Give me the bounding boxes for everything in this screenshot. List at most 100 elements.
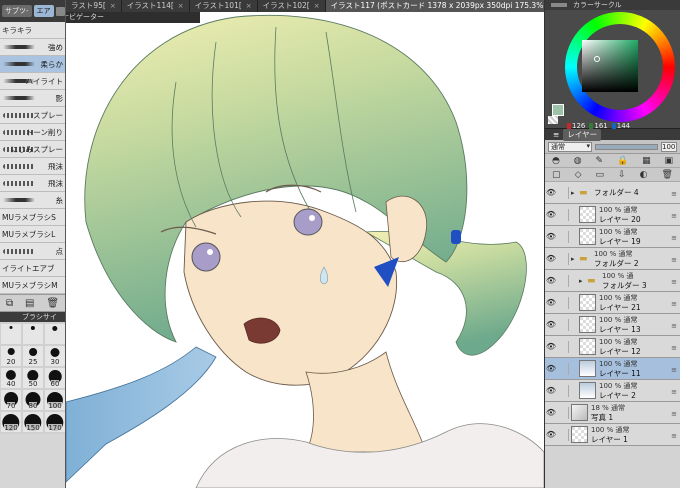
visibility-eye-icon[interactable]: 👁 xyxy=(545,254,557,263)
brush-item[interactable]: MUラメブラシM xyxy=(0,277,65,294)
new-subtool-icon[interactable]: ▤ xyxy=(25,298,34,309)
layer-menu-icon[interactable]: ≡ xyxy=(671,410,677,418)
brush-item[interactable]: 飛沫 xyxy=(0,175,65,192)
document-tab[interactable]: ラスト95[× xyxy=(66,0,122,12)
brush-item[interactable]: MUラメブラシS xyxy=(0,209,65,226)
brush-item[interactable]: MUラメブラシL xyxy=(0,226,65,243)
new-vector-layer-icon[interactable]: ◇ xyxy=(575,170,582,180)
draft-icon[interactable]: ✎ xyxy=(595,156,603,166)
layer-lock-slot[interactable] xyxy=(557,318,569,331)
saturation-value-square[interactable] xyxy=(582,40,638,92)
opacity-slider[interactable] xyxy=(595,143,658,150)
layer-menu-icon[interactable]: ≡ xyxy=(671,300,677,308)
visibility-eye-icon[interactable]: 👁 xyxy=(545,430,557,439)
layer-row[interactable]: 👁 100 % 通常 レイヤー 20 ≡ xyxy=(545,204,680,226)
layer-folder-row[interactable]: 👁 ▸ ▬ 100 % 通常 フォルダー 2 ≡ xyxy=(545,248,680,270)
brush-item[interactable]: 糸 xyxy=(0,192,65,209)
brush-size-preset[interactable]: 120 xyxy=(1,412,21,432)
brush-size-preset[interactable]: 100 xyxy=(45,390,65,410)
brush-item[interactable]: 強め xyxy=(0,39,65,56)
copy-subtool-icon[interactable]: ⧉ xyxy=(6,298,13,309)
layer-row[interactable]: 👁 100 % 通常 レイヤー 2 ≡ xyxy=(545,380,680,402)
brush-item[interactable]: 点 xyxy=(0,243,65,260)
layer-row[interactable]: 👁 100 % 通常 レイヤー 12 ≡ xyxy=(545,336,680,358)
document-tab[interactable]: イラスト117 (ポストカード 1378 x 2039px 350dpi 175… xyxy=(325,0,544,12)
layer-lock-slot[interactable] xyxy=(557,428,569,441)
visibility-eye-icon[interactable]: 👁 xyxy=(545,342,557,351)
brush-size-preset[interactable]: 50 xyxy=(23,368,43,388)
canvas-area[interactable]: ラスト95[× イラスト114[× イラスト101[× イラスト102[× イラスト11… xyxy=(66,0,544,488)
layer-menu-icon[interactable]: ≡ xyxy=(671,278,677,286)
layer-row[interactable]: 👁 100 % 通常 レイヤー 19 ≡ xyxy=(545,226,680,248)
close-tab-icon[interactable]: × xyxy=(110,0,116,12)
layer-row[interactable]: 👁 100 % 通常 レイヤー 13 ≡ xyxy=(545,314,680,336)
visibility-eye-icon[interactable]: 👁 xyxy=(545,320,557,329)
document-tab[interactable]: イラスト101[× xyxy=(190,0,258,12)
layer-lock-slot[interactable] xyxy=(557,274,569,287)
layer-lock-slot[interactable] xyxy=(557,406,569,419)
brush-item[interactable]: キラキラ xyxy=(0,22,65,39)
layer-folder-row[interactable]: 👁 ▸ ▬ フォルダー 4 ≡ xyxy=(545,182,680,204)
brush-size-preset[interactable]: 170 xyxy=(45,412,65,432)
layer-row[interactable]: 👁 100 % 通常 レイヤー 1 ≡ xyxy=(545,424,680,446)
layer-lock-slot[interactable] xyxy=(557,362,569,375)
visibility-eye-icon[interactable]: 👁 xyxy=(545,232,557,241)
layer-menu-icon[interactable]: ≡ xyxy=(671,256,677,264)
layer-menu-icon[interactable]: ≡ xyxy=(671,388,677,396)
main-color-swatch[interactable] xyxy=(552,104,564,116)
layer-menu-icon[interactable]: ≡ xyxy=(671,212,677,220)
brush-item[interactable]: 影 xyxy=(0,90,65,107)
layer-menu-icon[interactable]: ≡ xyxy=(671,344,677,352)
close-tab-icon[interactable]: × xyxy=(246,0,252,12)
layer-folder-row[interactable]: 👁 ▸ ▬ 100 % 通フォルダー 3 ≡ xyxy=(545,270,680,292)
visibility-eye-icon[interactable]: 👁 xyxy=(545,298,557,307)
illustration-canvas[interactable] xyxy=(66,12,544,488)
layer-lock-slot[interactable] xyxy=(557,296,569,309)
brush-size-preset[interactable]: 25 xyxy=(23,346,43,366)
close-tab-icon[interactable]: × xyxy=(314,0,320,12)
panel-grip-icon[interactable] xyxy=(551,3,567,7)
merge-down-icon[interactable]: ⇩ xyxy=(618,170,626,180)
brush-size-preset[interactable]: 70 xyxy=(1,390,21,410)
layer-menu-icon[interactable]: ≡ xyxy=(671,432,677,440)
layer-lock-slot[interactable] xyxy=(557,384,569,397)
brush-item[interactable]: ハイライト xyxy=(0,73,65,90)
visibility-eye-icon[interactable]: 👁 xyxy=(545,386,557,395)
layer-menu-icon[interactable]: ≡ xyxy=(671,190,677,198)
close-tab-icon[interactable]: × xyxy=(178,0,184,12)
brush-size-preset[interactable] xyxy=(45,324,65,344)
document-tab[interactable]: イラスト102[× xyxy=(258,0,326,12)
visibility-eye-icon[interactable]: 👁 xyxy=(545,276,557,285)
clipping-icon[interactable]: ◓ xyxy=(552,156,560,166)
trash-icon[interactable]: 🗑 xyxy=(46,298,59,309)
brush-size-preset[interactable]: 40 xyxy=(1,368,21,388)
transparent-color-swatch[interactable] xyxy=(548,116,558,124)
expand-folder-icon[interactable]: ▸ xyxy=(571,189,579,197)
layer-lock-slot[interactable] xyxy=(557,230,569,243)
layer-tab[interactable]: レイヤー xyxy=(563,128,602,141)
brush-item[interactable]: スプレー xyxy=(0,107,65,124)
brush-item[interactable]: トーン削り xyxy=(0,124,65,141)
brush-size-preset[interactable] xyxy=(23,324,43,344)
new-folder-icon[interactable]: ▭ xyxy=(596,170,605,180)
blend-mode-select[interactable]: 通常 xyxy=(548,141,592,152)
brush-size-preset[interactable]: 30 xyxy=(45,346,65,366)
brush-item[interactable]: 飛沫 xyxy=(0,158,65,175)
brush-size-preset[interactable] xyxy=(1,324,21,344)
visibility-eye-icon[interactable]: 👁 xyxy=(545,188,557,197)
document-tab[interactable]: イラスト114[× xyxy=(122,0,190,12)
layer-row[interactable]: 👁 18 % 通常 写真 1 ≡ xyxy=(545,402,680,424)
panel-menu-icon[interactable] xyxy=(55,6,65,16)
layer-menu-icon[interactable]: ≡ xyxy=(671,234,677,242)
layer-row[interactable]: 👁 100 % 通常 レイヤー 11 ≡ xyxy=(545,358,680,380)
brush-item[interactable]: イライトエアブ xyxy=(0,260,65,277)
new-raster-layer-icon[interactable]: ▢ xyxy=(552,170,561,180)
visibility-eye-icon[interactable]: 👁 xyxy=(545,364,557,373)
layer-lock-slot[interactable] xyxy=(557,186,569,199)
layer-row[interactable]: 👁 100 % 通常 レイヤー 21 ≡ xyxy=(545,292,680,314)
color-picker-marker[interactable] xyxy=(594,56,600,62)
brush-item[interactable]: 柔らか xyxy=(0,56,65,73)
brush-size-preset[interactable]: 20 xyxy=(1,346,21,366)
expand-folder-icon[interactable]: ▸ xyxy=(571,255,579,263)
expand-folder-icon[interactable]: ▸ xyxy=(579,277,587,285)
